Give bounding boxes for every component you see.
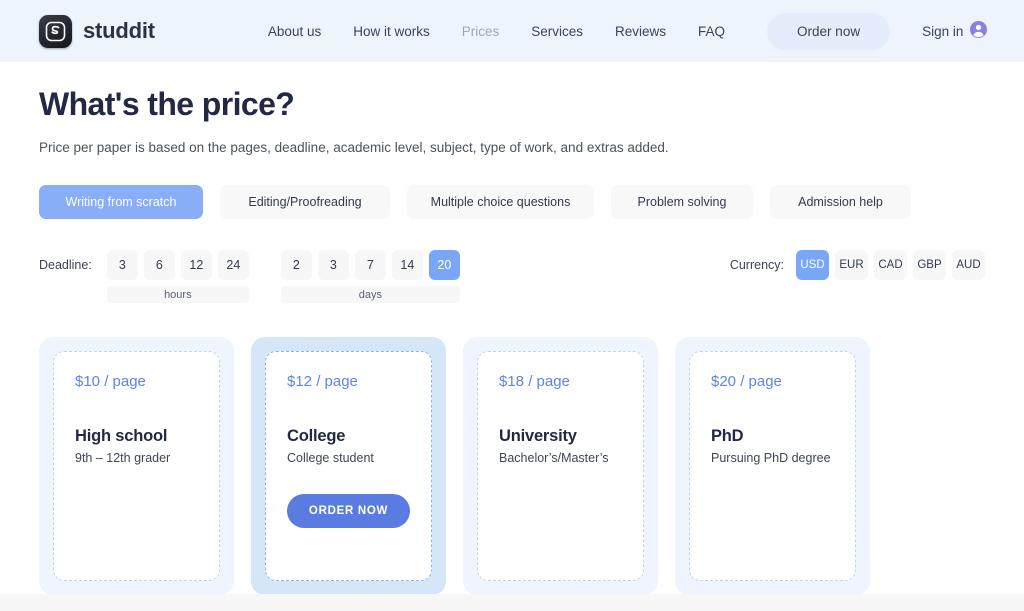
price-card-inner: $12 / page College College student ORDER… [265, 351, 432, 581]
price-card-inner: $20 / page PhD Pursuing PhD degree [689, 351, 856, 581]
price-card-inner: $18 / page University Bachelor’s/Master’… [477, 351, 644, 581]
currency-chip-cad[interactable]: CAD [874, 250, 907, 280]
deadline-chip-2-days[interactable]: 2 [280, 250, 312, 280]
tab-admission-help[interactable]: Admission help [770, 185, 911, 219]
page-bottom-strip [0, 594, 1024, 611]
deadline-group-days: 2 3 7 14 20 days [280, 250, 460, 303]
card-price: $12 / page [287, 373, 358, 390]
card-order-now-button[interactable]: ORDER NOW [287, 494, 410, 528]
deadline-unit-hours: hours [106, 286, 249, 303]
card-price: $18 / page [499, 373, 570, 390]
price-card-college[interactable]: $12 / page College College student ORDER… [251, 337, 446, 595]
price-cards: $10 / page High school 9th – 12th grader… [39, 337, 985, 595]
currency-chips: USD EUR CAD GBP AUD [796, 250, 985, 280]
card-level-title: PhD [711, 427, 744, 445]
currency-selector: Currency: USD EUR CAD GBP AUD [730, 250, 985, 280]
nav-link-reviews[interactable]: Reviews [599, 16, 682, 47]
deadline-chip-3-days[interactable]: 3 [317, 250, 349, 280]
sign-in-label: Sign in [922, 23, 964, 39]
deadline-chip-7-days[interactable]: 7 [354, 250, 386, 280]
nav-link-faq[interactable]: FAQ [682, 16, 741, 47]
options-row: Deadline: 3 6 12 24 hours 2 3 7 14 20 da… [39, 250, 985, 303]
deadline-chip-24-hours[interactable]: 24 [217, 250, 249, 280]
deadline-selector: Deadline: 3 6 12 24 hours 2 3 7 14 20 da… [39, 250, 460, 303]
price-card-phd[interactable]: $20 / page PhD Pursuing PhD degree [675, 337, 870, 595]
tab-multiple-choice-questions[interactable]: Multiple choice questions [407, 185, 594, 219]
work-type-tabs: Writing from scratch Editing/Proofreadin… [39, 185, 985, 219]
currency-chip-usd[interactable]: USD [796, 250, 829, 280]
currency-label: Currency: [729, 258, 784, 272]
tab-writing-from-scratch[interactable]: Writing from scratch [39, 185, 203, 219]
currency-chip-aud[interactable]: AUD [952, 250, 985, 280]
deadline-chip-20-days[interactable]: 20 [428, 250, 460, 280]
main-nav: About us How it works Prices Services Re… [252, 16, 741, 47]
tab-problem-solving[interactable]: Problem solving [611, 185, 753, 219]
site-header: studdit About us How it works Prices Ser… [0, 0, 1024, 62]
price-card-university[interactable]: $18 / page University Bachelor’s/Master’… [463, 337, 658, 595]
price-card-high-school[interactable]: $10 / page High school 9th – 12th grader [39, 337, 234, 595]
deadline-chip-3-hours[interactable]: 3 [106, 250, 138, 280]
price-card-inner: $10 / page High school 9th – 12th grader [53, 351, 220, 581]
brand-name: studdit [83, 18, 155, 43]
card-description: College student [287, 451, 374, 465]
sign-in-link[interactable]: Sign in [922, 21, 988, 41]
deadline-label: Deadline: [39, 258, 92, 272]
page-title: What's the price? [39, 86, 295, 122]
deadline-chips-days: 2 3 7 14 20 [280, 250, 460, 280]
card-level-title: College [287, 427, 346, 445]
page-subtitle: Price per paper is based on the pages, d… [39, 140, 669, 155]
currency-chip-eur[interactable]: EUR [835, 250, 868, 280]
nav-link-about-us[interactable]: About us [252, 16, 337, 47]
header-order-now-button[interactable]: Order now [767, 12, 891, 50]
nav-link-how-it-works[interactable]: How it works [337, 16, 446, 47]
user-avatar-icon [970, 21, 988, 41]
tab-editing-proofreading[interactable]: Editing/Proofreading [220, 185, 390, 219]
card-description: Pursuing PhD degree [711, 451, 831, 465]
nav-link-prices[interactable]: Prices [446, 16, 516, 47]
card-price: $10 / page [75, 373, 146, 390]
currency-chip-gbp[interactable]: GBP [913, 250, 946, 280]
deadline-chip-14-days[interactable]: 14 [391, 250, 423, 280]
card-description: Bachelor’s/Master’s [499, 451, 609, 465]
deadline-chips-hours: 3 6 12 24 [106, 250, 249, 280]
card-level-title: High school [75, 427, 168, 445]
card-price: $20 / page [711, 373, 782, 390]
brand-logo-link[interactable]: studdit [39, 14, 155, 48]
deadline-group-hours: 3 6 12 24 hours [106, 250, 249, 303]
card-description: 9th – 12th grader [75, 451, 171, 465]
nav-link-services[interactable]: Services [515, 16, 599, 47]
deadline-chip-6-hours[interactable]: 6 [143, 250, 175, 280]
studdit-s-logo-icon [39, 14, 72, 48]
page-body: What's the price? Price per paper is bas… [0, 86, 1024, 595]
card-level-title: University [499, 427, 577, 445]
deadline-chip-12-hours[interactable]: 12 [180, 250, 212, 280]
deadline-unit-days: days [280, 286, 460, 303]
